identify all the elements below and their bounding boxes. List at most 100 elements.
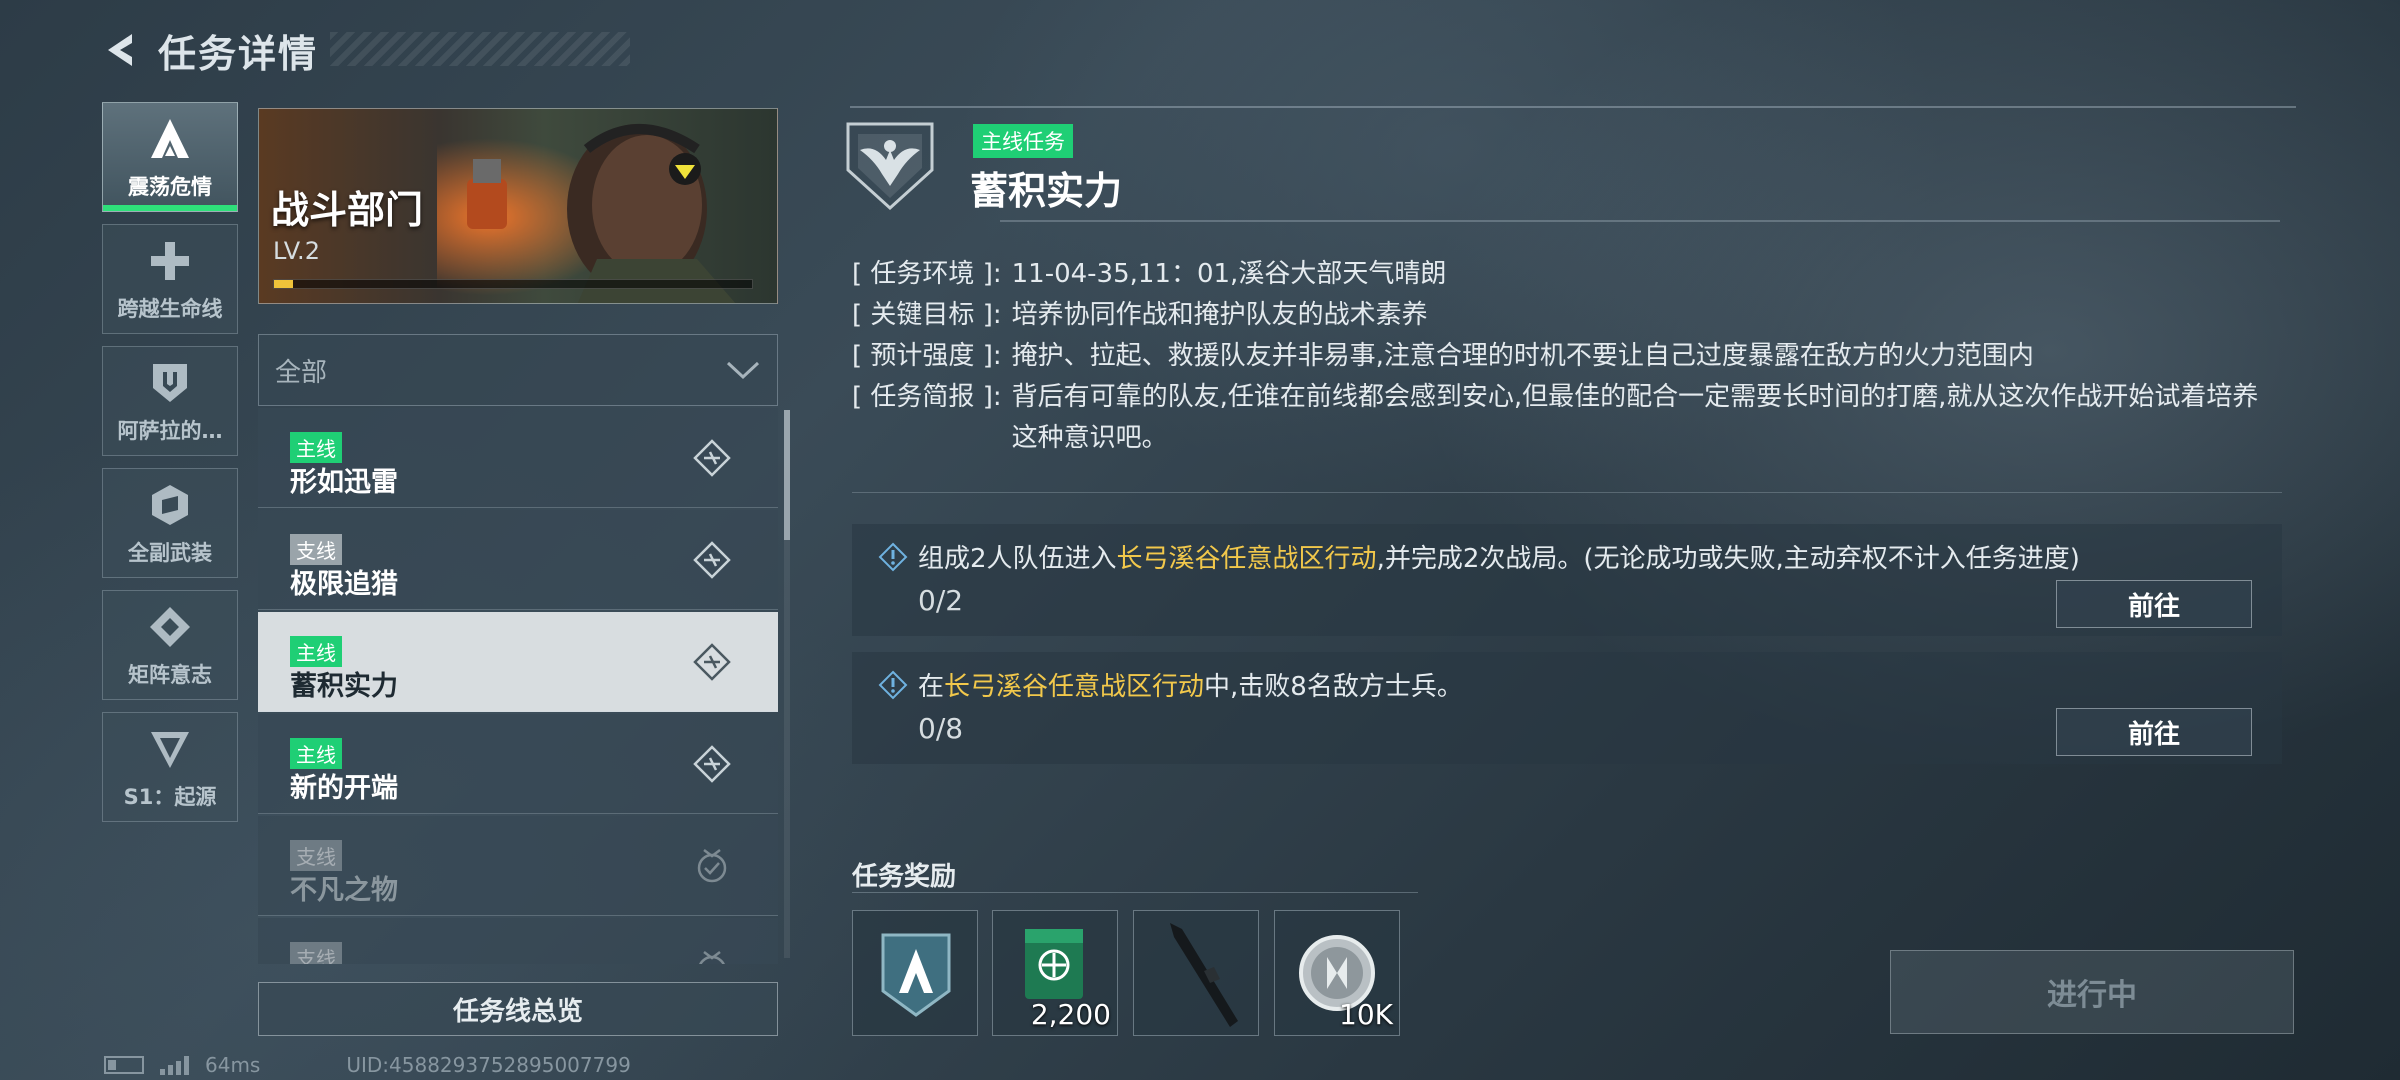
info-key: 任务环境 <box>852 254 1012 295</box>
in-progress-icon <box>693 745 731 783</box>
go-button[interactable]: 前往 <box>2056 580 2252 628</box>
in-progress-icon <box>693 643 731 681</box>
a-badge-icon <box>881 933 951 1017</box>
info-row-briefing: 任务简报 背后有可靠的队友,任谁在前线都会感到安心,但最佳的配合一定需要长时间的… <box>852 377 2272 459</box>
mission-name: 形如迅雷 <box>290 467 398 498</box>
mission-item[interactable]: 主线 形如迅雷 <box>258 408 778 508</box>
objective-text: 组成2人队伍进入长弓溪谷任意战区行动,并完成2次战局。(无论成功或失败,主动弃权… <box>918 538 2080 575</box>
title-divider <box>1000 220 2280 222</box>
mission-list[interactable]: 主线 形如迅雷 支线 极限追猎 主线 蓄积实力 主线 新的开端 支线 不凡之物 … <box>258 408 778 964</box>
mission-tag: 主线 <box>290 738 342 769</box>
category-tab-2[interactable]: 阿萨拉的… <box>102 346 238 456</box>
department-name: 战斗部门 <box>271 188 424 232</box>
info-value: 掩护、拉起、救援队友并非易事,注意合理的时机不要让自己过度暴露在敌方的火力范围内 <box>1011 341 2034 371</box>
signal-icon <box>160 1055 189 1075</box>
back-button[interactable] <box>100 28 144 72</box>
objective-card: 在长弓溪谷任意战区行动中,击败8名敌方士兵。 0/8 前往 <box>852 652 2282 764</box>
mission-type-badge: 主线任务 <box>973 124 1073 158</box>
mission-list-scrollbar[interactable] <box>784 410 790 958</box>
info-row-intensity: 预计强度 掩护、拉起、救援队友并非易事,注意合理的时机不要让自己过度暴露在敌方的… <box>852 336 2272 377</box>
scrollbar-thumb[interactable] <box>784 410 790 540</box>
reward-slot[interactable]: 10K <box>1274 910 1400 1036</box>
battery-icon <box>104 1056 144 1074</box>
hex-icon <box>144 479 196 531</box>
info-row-objective: 关键目标 培养协同作战和掩护队友的战术素养 <box>852 295 2272 336</box>
department-progress-fill <box>274 280 294 288</box>
mission-state-button: 进行中 <box>1890 950 2294 1034</box>
objective-text-part: 在 <box>918 672 945 702</box>
objective-text-part: 组成2人队伍进入 <box>918 544 1117 574</box>
info-value: 培养协同作战和掩护队友的战术素养 <box>1011 300 1428 330</box>
mission-name: 蓄积实力 <box>290 671 398 702</box>
objective-text: 在长弓溪谷任意战区行动中,击败8名敌方士兵。 <box>918 666 1463 703</box>
mission-tag: 主线 <box>290 636 342 667</box>
a-logo-icon <box>144 113 196 165</box>
rewards-title: 任务奖励 <box>852 862 957 892</box>
eagle-emblem-icon <box>846 122 934 210</box>
go-button[interactable]: 前往 <box>2056 708 2252 756</box>
diamond-icon <box>144 601 196 653</box>
reward-slot[interactable] <box>852 910 978 1036</box>
completed-check-icon <box>699 951 725 964</box>
in-progress-icon <box>693 541 731 579</box>
mission-item[interactable]: 支线 <box>258 918 778 964</box>
ping-value: 64ms <box>205 1053 261 1077</box>
header-decoration <box>330 32 630 66</box>
mission-item-selected[interactable]: 主线 蓄积实力 <box>258 612 778 712</box>
mission-item[interactable]: 支线 不凡之物 <box>258 816 778 916</box>
v-triangle-icon <box>144 723 196 775</box>
info-value: 背后有可靠的队友,任谁在前线都会感到安心,但最佳的配合一定需要长时间的打磨,就从… <box>1011 382 2259 453</box>
objective-progress: 0/2 <box>918 584 964 617</box>
cross-icon <box>144 235 196 287</box>
mission-item[interactable]: 主线 新的开端 <box>258 714 778 814</box>
mission-filter-dropdown[interactable]: 全部 <box>258 334 778 406</box>
mission-title: 蓄积实力 <box>970 169 1123 213</box>
alert-diamond-icon <box>878 542 908 572</box>
objective-text-part: ,并完成2次战局。(无论成功或失败,主动弃权不计入任务进度) <box>1376 544 2080 574</box>
mission-tag: 支线 <box>290 534 342 565</box>
alert-diamond-icon <box>878 670 908 700</box>
in-progress-icon <box>693 439 731 477</box>
info-key: 预计强度 <box>852 336 1012 377</box>
mission-name: 极限追猎 <box>290 569 398 600</box>
category-tab-1[interactable]: 跨越生命线 <box>102 224 238 334</box>
objective-text-part: 中,击败8名敌方士兵。 <box>1204 672 1463 702</box>
chevron-down-icon <box>726 361 760 380</box>
mission-info: 任务环境 11-04-35,11：01,溪谷大部天气晴朗 关键目标 培养协同作战… <box>852 254 2272 459</box>
category-tab-5[interactable]: S1：起源 <box>102 712 238 822</box>
category-label: 全副武装 <box>128 541 212 565</box>
info-key: 任务简报 <box>852 377 1012 459</box>
completed-check-icon <box>697 849 727 883</box>
mission-line-overview-button[interactable]: 任务线总览 <box>258 982 778 1036</box>
category-tab-0[interactable]: 震荡危情 <box>102 102 238 212</box>
page-header: 任务详情 <box>100 20 630 80</box>
category-label: 震荡危情 <box>128 175 212 199</box>
shield-icon <box>144 357 196 409</box>
reward-count: 2,200 <box>1030 998 1111 1031</box>
mission-tag: 支线 <box>290 942 342 964</box>
detail-top-divider <box>850 106 2296 108</box>
department-card[interactable]: 战斗部门 LV.2 <box>258 108 778 304</box>
objective-highlight: 长弓溪谷任意战区行动 <box>944 672 1205 702</box>
reward-slot[interactable]: 2,200 <box>992 910 1118 1036</box>
status-bar: 64ms UID:4588293752895007799 <box>104 1052 631 1078</box>
reward-count: 10K <box>1339 998 1393 1031</box>
active-indicator <box>103 205 237 211</box>
mission-tag: 主线 <box>290 432 342 463</box>
objective-card: 组成2人队伍进入长弓溪谷任意战区行动,并完成2次战局。(无论成功或失败,主动弃权… <box>852 524 2282 636</box>
category-label: 跨越生命线 <box>117 297 223 321</box>
category-label: 矩阵意志 <box>128 663 212 687</box>
category-tab-3[interactable]: 全副武装 <box>102 468 238 578</box>
category-label: 阿萨拉的… <box>117 419 223 443</box>
reward-slot[interactable] <box>1133 910 1259 1036</box>
mission-tag: 支线 <box>290 840 342 871</box>
category-label: S1：起源 <box>123 785 217 809</box>
back-arrow-icon <box>108 34 132 66</box>
section-divider <box>852 492 2282 493</box>
page-title: 任务详情 <box>158 31 319 76</box>
mission-item[interactable]: 支线 极限追猎 <box>258 510 778 610</box>
objective-progress: 0/8 <box>918 712 964 745</box>
category-tab-4[interactable]: 矩阵意志 <box>102 590 238 700</box>
uid-text: UID:4588293752895007799 <box>346 1053 631 1077</box>
info-row-environment: 任务环境 11-04-35,11：01,溪谷大部天气晴朗 <box>852 254 2272 295</box>
